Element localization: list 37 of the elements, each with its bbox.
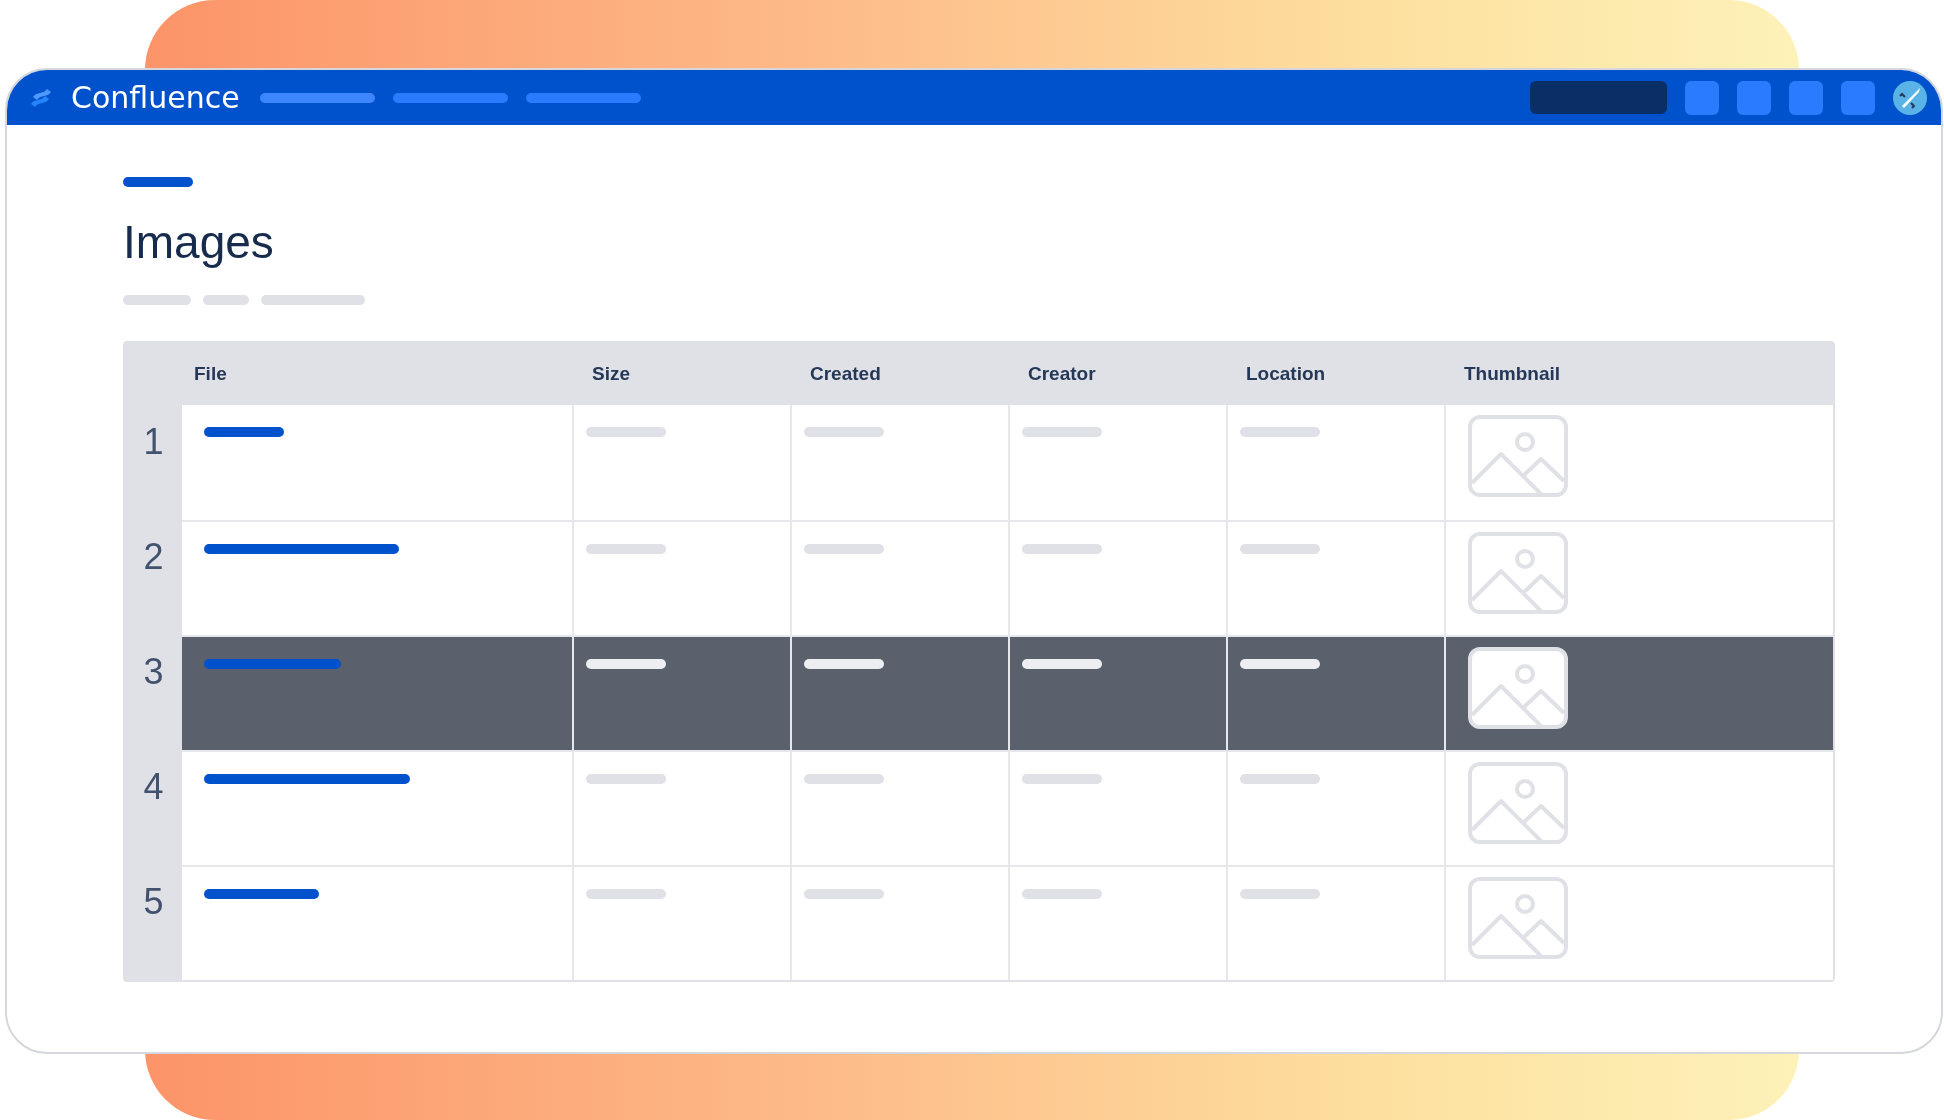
- toolbar-icon-placeholder[interactable]: [1685, 80, 1719, 115]
- column-header: Size: [591, 362, 632, 386]
- nav-item-placeholder[interactable]: [392, 92, 508, 103]
- metadata-placeholder: [203, 295, 249, 305]
- column-header: Creator: [1027, 362, 1097, 386]
- image-placeholder-icon: [1468, 762, 1568, 844]
- column-header: Created: [809, 362, 882, 386]
- search-placeholder[interactable]: [1530, 81, 1667, 114]
- table-row-cell[interactable]: [182, 750, 572, 865]
- row-number: 3: [142, 650, 165, 694]
- breadcrumb-placeholder[interactable]: [123, 177, 193, 187]
- column-header: Thumbnail: [1463, 362, 1562, 386]
- row-number: 1: [142, 420, 165, 464]
- row-number: 2: [142, 535, 165, 579]
- row-number: 5: [142, 880, 165, 924]
- table-row-cell[interactable]: [182, 865, 572, 980]
- image-placeholder-icon: [1468, 415, 1568, 497]
- nav-item-placeholder[interactable]: [259, 92, 375, 103]
- image-placeholder-icon: [1468, 532, 1568, 614]
- image-placeholder-icon: [1468, 877, 1568, 959]
- file-link-placeholder[interactable]: [204, 889, 319, 899]
- avatar[interactable]: [1893, 80, 1927, 115]
- toolbar-icon-placeholder[interactable]: [1737, 80, 1771, 115]
- file-link-placeholder[interactable]: [204, 427, 284, 437]
- metadata-placeholder: [123, 295, 191, 305]
- app-name: Confluence: [71, 80, 240, 115]
- column-header: File: [193, 362, 228, 386]
- nav-item-placeholder[interactable]: [525, 92, 641, 103]
- page-title: Images: [123, 215, 275, 269]
- row-number: 4: [142, 765, 165, 809]
- table-row-cell[interactable]: [182, 520, 572, 635]
- image-placeholder-icon: [1468, 647, 1568, 729]
- toolbar-icon-placeholder[interactable]: [1789, 80, 1823, 115]
- column-header: Location: [1245, 362, 1327, 386]
- toolbar-icon-placeholder[interactable]: [1841, 80, 1875, 115]
- table-row-cell[interactable]: [182, 405, 572, 520]
- table-row-cell[interactable]: [182, 635, 572, 750]
